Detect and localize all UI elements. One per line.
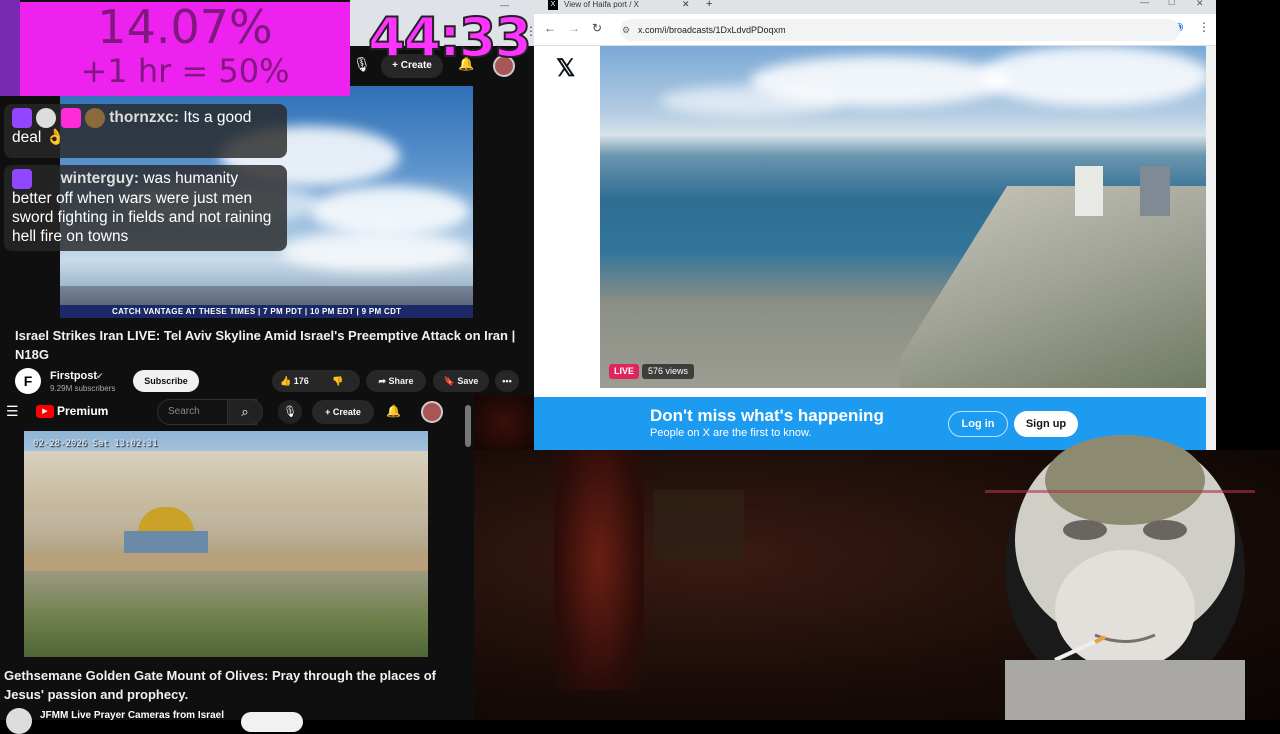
subscribe-button[interactable]: [241, 712, 303, 732]
address-bar[interactable]: ⚙ x.com/i/broadcasts/1DxLdvdPDoqxm: [620, 19, 1180, 41]
forward-icon[interactable]: →: [568, 21, 580, 35]
maximize-icon[interactable]: ☐: [1168, 0, 1175, 7]
channel-name[interactable]: JFMM Live Prayer Cameras from Israel: [40, 710, 224, 721]
progress-overlay: 14.07% +1 hr = 50%: [20, 2, 350, 96]
banner-subtitle: People on X are the first to know.: [650, 427, 812, 439]
twitch-icon: [12, 108, 32, 128]
bonus-text: +1 hr = 50%: [80, 52, 290, 90]
create-button[interactable]: + Create: [312, 400, 374, 424]
minimize-icon[interactable]: —: [1140, 0, 1149, 7]
close-window-icon[interactable]: ✕: [1196, 0, 1204, 9]
x-logo-icon[interactable]: 𝕏: [556, 54, 575, 83]
live-badge: LIVE: [609, 364, 639, 379]
menu-icon[interactable]: ⋮: [1198, 20, 1210, 34]
thumbs-up-icon: 👍: [280, 376, 292, 386]
video-player-bottom[interactable]: 02-28-2026 Sat 13:02:31: [24, 431, 428, 657]
badge-icon: [84, 108, 105, 128]
video-title[interactable]: Gethsemane Golden Gate Mount of Olives: …: [4, 666, 454, 704]
user-avatar-icon: [36, 108, 57, 128]
reload-icon[interactable]: ↻: [592, 21, 602, 35]
subscribe-button[interactable]: Subscribe: [133, 370, 199, 392]
back-icon[interactable]: ←: [544, 21, 556, 35]
subscriber-count: 9.29M subscribers: [50, 384, 116, 393]
chat-username: thornzxc:: [109, 109, 179, 127]
video-title[interactable]: Israel Strikes Iran LIVE: Tel Aviv Skyli…: [15, 326, 520, 364]
avatar[interactable]: [421, 401, 443, 423]
background-painting: [474, 395, 534, 450]
chat-text: sword fighting in fields and not raining: [12, 209, 272, 226]
user-avatar-icon: [36, 169, 57, 189]
scrollbar[interactable]: [1206, 46, 1216, 450]
chat-message: thornzxc: Its a good deal 👌: [4, 104, 287, 158]
video-banner: CATCH VANTAGE AT THESE TIMES | 7 PM PDT …: [60, 305, 473, 318]
browser-tabbar: X View of Haifa port / X ✕ + — ☐ ✕: [534, 0, 1216, 14]
chat-text: better off when wars were just men: [12, 190, 253, 207]
bell-icon[interactable]: 🔔: [386, 404, 401, 418]
channel-avatar[interactable]: [6, 708, 32, 734]
like-button[interactable]: 👍 176 👎: [272, 370, 360, 392]
new-tab-icon[interactable]: +: [706, 0, 712, 10]
chat-text: deal 👌: [12, 129, 65, 146]
diamond-badge-icon: [60, 108, 81, 128]
menu-icon[interactable]: ☰: [6, 403, 19, 420]
close-tab-icon[interactable]: ✕: [682, 0, 690, 10]
banner-title: Don't miss what's happening: [650, 406, 884, 425]
channel-name[interactable]: Firstpost: [50, 370, 97, 382]
monkey-overlay: [985, 420, 1255, 720]
site-info-icon[interactable]: ⚙: [622, 19, 630, 41]
view-count: 576 views: [642, 364, 695, 379]
url-text: x.com/i/broadcasts/1DxLdvdPDoqxm: [638, 25, 786, 35]
ellipsis-icon: •••: [502, 376, 512, 386]
share-button[interactable]: ➦ Share: [366, 370, 426, 392]
channel-avatar[interactable]: F: [15, 368, 41, 394]
chat-username: winterguy:: [60, 170, 139, 188]
chat-text: Its a good: [183, 109, 252, 127]
brand-label: Premium: [57, 404, 109, 418]
mic-icon[interactable]: 🎙: [278, 400, 302, 424]
save-button[interactable]: 🔖 Save: [433, 370, 489, 392]
countdown-timer: 44:33: [367, 5, 533, 70]
search-icon[interactable]: ⌕: [227, 399, 263, 425]
chat-text: was humanity: [143, 170, 239, 188]
twitch-icon: [12, 169, 32, 189]
tab-title[interactable]: View of Haifa port / X: [564, 0, 639, 9]
chat-text: hell fire on towns: [12, 228, 129, 245]
broadcast-video[interactable]: LIVE 576 views: [600, 46, 1206, 388]
bookmark-icon: 🔖: [443, 376, 458, 386]
scrollbar-thumb[interactable]: [465, 405, 471, 447]
overlay-sidebar: [0, 0, 20, 96]
share-icon: ➦: [378, 376, 389, 386]
plus-icon: +: [325, 407, 333, 417]
thumbs-down-icon[interactable]: 👎: [332, 370, 343, 392]
x-logo-icon: X: [548, 0, 558, 10]
percent-text: 14.07%: [97, 0, 273, 54]
verified-icon: ✔: [96, 371, 104, 381]
more-actions-button[interactable]: •••: [495, 370, 519, 392]
chat-message: winterguy: was humanity better off when …: [4, 165, 287, 251]
video-timestamp: 02-28-2026 Sat 13:02:31: [33, 439, 158, 449]
youtube-logo-icon[interactable]: ▶: [36, 405, 54, 418]
